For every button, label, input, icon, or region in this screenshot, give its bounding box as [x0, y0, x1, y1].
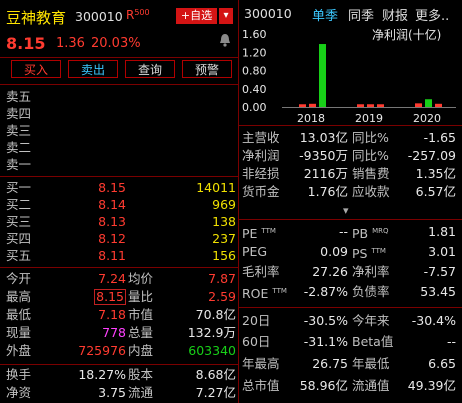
net-profit-chart: 净利润(十亿) 1.60 1.20 0.80 0.40 0.00 2018 2019 2020 — [240, 20, 460, 125]
add-watchlist-button[interactable]: +自选 — [176, 8, 217, 24]
fin-row-nonrecurring: 非经损 2116万 销售费 1.35亿 — [242, 166, 456, 181]
sell-level-5: 卖五 — [6, 89, 32, 104]
bar — [319, 44, 326, 107]
sell-level-2: 卖二 — [6, 140, 32, 155]
sell-level-1: 卖一 — [6, 157, 32, 172]
y-tick-label: 1.20 — [242, 46, 267, 59]
buy-level-3[interactable]: 买三 8.13 138 — [6, 213, 236, 230]
quote-row-open: 今开 7.24 均价 7.87 — [6, 271, 236, 286]
buy-level-5[interactable]: 买五 8.11 156 — [6, 247, 236, 264]
bar — [299, 104, 306, 107]
watchlist-dropdown-button[interactable]: ▾ — [219, 8, 233, 24]
stock-code: 300010 — [75, 9, 123, 24]
quote-row-low: 最低 7.18 市值 70.8亿 — [6, 307, 236, 322]
x-tick-label: 2019 — [355, 112, 383, 125]
buy-level-1[interactable]: 买一 8.15 14011 — [6, 179, 236, 196]
buy-level-2[interactable]: 买二 8.14 969 — [6, 196, 236, 213]
bar — [309, 103, 316, 107]
perf-row-60d: 60日 -31.1% Beta值 -- — [242, 334, 456, 349]
query-button[interactable]: 查询 — [125, 60, 175, 78]
bar — [367, 104, 374, 107]
r-badge: R500 — [126, 8, 150, 22]
val-row-margin: 毛利率 27.26 净利率 -7.57 — [242, 264, 456, 279]
y-tick-label: 0.00 — [242, 101, 267, 114]
current-price: 8.15 — [6, 34, 46, 53]
x-tick-label: 2020 — [413, 112, 441, 125]
price-change: 1.36 — [56, 36, 85, 51]
buy-button[interactable]: 买入 — [11, 60, 61, 78]
bar — [377, 104, 384, 107]
sell-level-3: 卖三 — [6, 123, 32, 138]
price-change-pct: 20.03% — [91, 36, 141, 51]
fin-row-netprofit: 净利润 -9350万 同比% -257.09 — [242, 148, 456, 163]
bar — [425, 99, 432, 107]
bar — [435, 103, 442, 107]
quote-row-volume: 现量 778 总量 132.9万 — [6, 325, 236, 340]
perf-row-20d: 20日 -30.5% 今年来 -30.4% — [242, 313, 456, 328]
stock-name[interactable]: 豆神教育 — [6, 7, 66, 28]
alert-button[interactable]: 预警 — [182, 60, 232, 78]
bar — [357, 104, 364, 107]
quote-row-turnover: 换手 18.27% 股本 8.68亿 — [6, 367, 236, 382]
y-tick-label: 0.80 — [242, 65, 267, 78]
x-tick-label: 2018 — [297, 112, 325, 125]
quote-row-high: 最高 8.15 量比 2.59 — [6, 289, 236, 305]
perf-row-yearrange: 年最高 26.75 年最低 6.65 — [242, 356, 456, 371]
buy-level-4[interactable]: 买四 8.12 237 — [6, 230, 236, 247]
y-tick-label: 1.60 — [242, 28, 267, 41]
quote-row-outer: 外盘 725976 内盘 603340 — [6, 343, 236, 358]
y-tick-label: 0.40 — [242, 83, 267, 96]
val-row-peg: PEG 0.09 PS TTM 3.01 — [242, 244, 456, 262]
sell-level-4: 卖四 — [6, 106, 32, 121]
fin-row-revenue: 主营收 13.03亿 同比% -1.65 — [242, 130, 456, 145]
val-row-pe: PE TTM -- PB MRQ 1.81 — [242, 224, 456, 242]
sell-button[interactable]: 卖出 — [68, 60, 118, 78]
perf-row-marketcap: 总市值 58.96亿 流通值 49.39亿 — [242, 378, 456, 393]
fin-row-cash: 货币金 1.76亿 应收款 6.57亿 — [242, 184, 456, 199]
bell-icon[interactable] — [217, 32, 233, 48]
stock-header: 豆神教育 300010 R500 +自选 ▾ 8.15 1.36 20.03% — [0, 0, 238, 58]
quote-row-netasset: 净资 3.75 流通 7.27亿 — [6, 385, 236, 400]
right-stock-code: 300010 — [244, 6, 292, 21]
val-row-roe: ROE TTM -2.87% 负债率 53.45 — [242, 284, 456, 302]
expand-arrow-icon[interactable]: ▾ — [343, 204, 349, 217]
bar — [415, 103, 422, 107]
